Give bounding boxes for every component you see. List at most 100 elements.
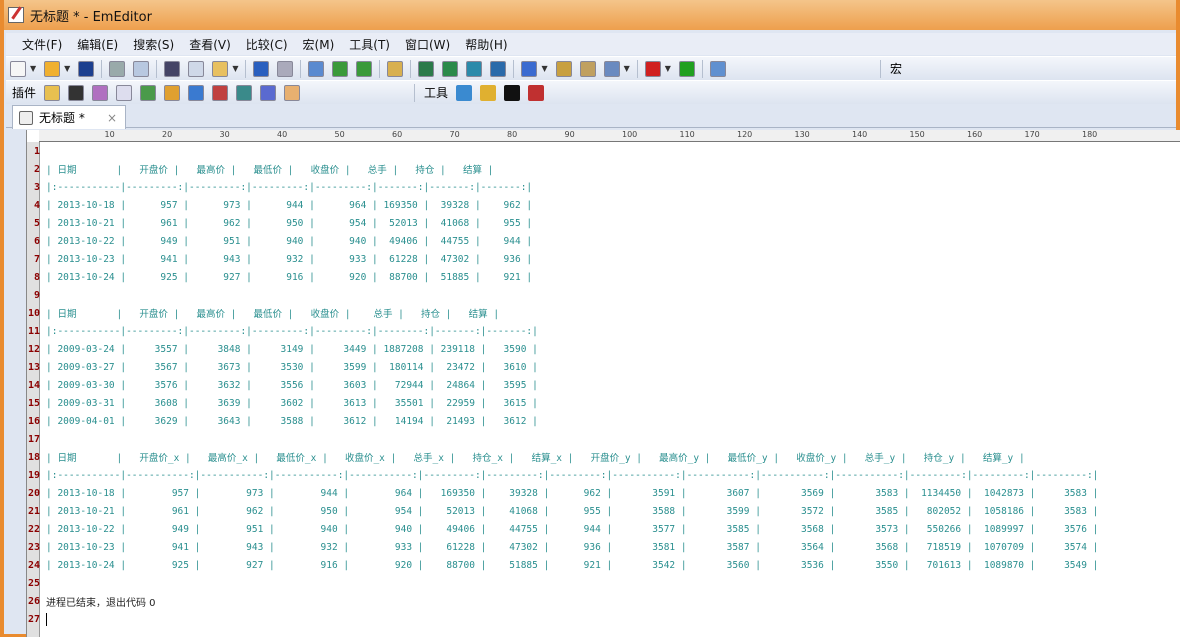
line-number: 5 bbox=[33, 217, 40, 229]
find-icon[interactable] bbox=[308, 60, 325, 77]
comment-icon[interactable] bbox=[188, 84, 205, 101]
open-file-icon[interactable] bbox=[44, 60, 61, 77]
properties-icon[interactable] bbox=[579, 60, 596, 77]
text-line: 26 进程已结束，退出代码 0 bbox=[27, 592, 1180, 610]
ruler: 10 20 30 40 50 60 70 80 90 100 110 120 130 140 150 160 1… bbox=[39, 130, 1180, 142]
menu-item-6[interactable]: 工具(T) bbox=[349, 36, 390, 53]
line-number: 4 bbox=[33, 199, 40, 211]
ruler-mark-180: 180 bbox=[1082, 130, 1098, 139]
line-text: | 2013-10-21 | 961 | 962 | 950 | 954 | 5… bbox=[46, 217, 533, 229]
text-content[interactable]: 1 2 | 日期 | 开盘价 | 最高价 | 最低价 | 收盘价 | 总手 | 持仓… bbox=[27, 142, 1180, 628]
hammer-icon[interactable] bbox=[528, 84, 545, 101]
redo-icon[interactable] bbox=[277, 60, 294, 77]
wrap-page-icon[interactable] bbox=[466, 60, 483, 77]
ruler-mark-170: 170 bbox=[1024, 130, 1040, 139]
cut-icon[interactable] bbox=[164, 60, 181, 77]
ruler-mark-50: 50 bbox=[334, 130, 345, 139]
config-icon[interactable] bbox=[555, 60, 572, 77]
line-number: 22 bbox=[27, 523, 40, 535]
spell-icon[interactable] bbox=[212, 84, 229, 101]
menu-item-4[interactable]: 比较(C) bbox=[246, 36, 288, 53]
text-line: 6 | 2013-10-22 | 949 | 951 | 940 | 940 | … bbox=[27, 232, 1180, 250]
dropdown-arrow-icon[interactable]: ▼ bbox=[541, 64, 547, 73]
line-number: 6 bbox=[33, 235, 40, 247]
find-next-icon[interactable] bbox=[332, 60, 349, 77]
line-number: 20 bbox=[27, 487, 40, 499]
export-icon[interactable] bbox=[480, 84, 497, 101]
find-prev-icon[interactable] bbox=[356, 60, 373, 77]
text-line: 16 | 2009-04-01 | 3629 | 3643 | 3588 | 36… bbox=[27, 412, 1180, 430]
run-macro-icon[interactable] bbox=[678, 60, 695, 77]
tab-untitled[interactable]: 无标题 * × bbox=[12, 105, 126, 129]
text-line: 12 | 2009-03-24 | 3557 | 3848 | 3149 | 34… bbox=[27, 340, 1180, 358]
new-file-icon[interactable] bbox=[10, 60, 26, 77]
line-number: 23 bbox=[27, 541, 40, 553]
outline-icon[interactable] bbox=[116, 84, 133, 101]
ruler-mark-60: 60 bbox=[392, 130, 403, 139]
text-line: 15 | 2009-03-31 | 3608 | 3639 | 3602 | 36… bbox=[27, 394, 1180, 412]
line-number: 24 bbox=[27, 559, 40, 571]
dropdown-arrow-icon[interactable]: ▼ bbox=[665, 64, 671, 73]
menu-item-2[interactable]: 搜索(S) bbox=[133, 36, 174, 53]
web-preview-icon[interactable] bbox=[236, 84, 253, 101]
line-number: 1 bbox=[33, 145, 40, 157]
explorer-icon[interactable] bbox=[44, 84, 61, 101]
text-line: 11 |:-----------|---------:|---------:|--… bbox=[27, 322, 1180, 340]
line-number: 25 bbox=[27, 577, 40, 589]
dropdown-arrow-icon[interactable]: ▼ bbox=[64, 64, 70, 73]
snippets-icon[interactable] bbox=[164, 84, 181, 101]
menu-item-5[interactable]: 宏(M) bbox=[303, 36, 335, 53]
projects-icon[interactable] bbox=[140, 84, 157, 101]
copy-icon[interactable] bbox=[188, 60, 205, 77]
undo-icon[interactable] bbox=[253, 60, 270, 77]
app-icon bbox=[8, 7, 24, 23]
tools-toolbar-label: 工具 bbox=[424, 86, 449, 100]
line-number: 21 bbox=[27, 505, 40, 517]
ruler-mark-10: 10 bbox=[104, 130, 115, 139]
text-line: 25 bbox=[27, 574, 1180, 592]
dropdown-arrow-icon[interactable]: ▼ bbox=[232, 64, 238, 73]
word-wrap-icon[interactable] bbox=[418, 60, 435, 77]
line-text: |:-----------|-----------:|-----------:|… bbox=[46, 469, 1099, 481]
menu-item-0[interactable]: 文件(F) bbox=[22, 36, 62, 53]
dropdown-arrow-icon[interactable]: ▼ bbox=[30, 64, 36, 73]
line-number: 16 bbox=[27, 415, 40, 427]
hand-icon[interactable] bbox=[284, 84, 301, 101]
wrap-window-icon[interactable] bbox=[442, 60, 459, 77]
checklist-icon[interactable] bbox=[603, 60, 620, 77]
dropdown-arrow-icon[interactable]: ▼ bbox=[624, 64, 630, 73]
line-text: | 日期 | 开盘价 | 最高价 | 最低价 | 收盘价 | 总手 | 持仓 |… bbox=[46, 309, 500, 320]
close-tab-icon[interactable]: × bbox=[107, 111, 117, 125]
text-line: 9 bbox=[27, 286, 1180, 304]
editor-area[interactable]: 10 20 30 40 50 60 70 80 90 100 110 120 130 140 150 160 1… bbox=[26, 130, 1180, 637]
menu-item-8[interactable]: 帮助(H) bbox=[465, 36, 507, 53]
ruler-mark-100: 100 bbox=[622, 130, 638, 139]
window-title: 无标题 * - EmEditor bbox=[30, 9, 152, 25]
menu-item-3[interactable]: 查看(V) bbox=[189, 36, 231, 53]
line-number: 2 bbox=[33, 163, 40, 175]
line-text: | 2009-03-31 | 3608 | 3639 | 3602 | 3613… bbox=[46, 397, 538, 409]
find-in-files-icon[interactable] bbox=[387, 60, 404, 77]
internet-explorer-icon[interactable] bbox=[456, 84, 473, 101]
ruler-mark-150: 150 bbox=[909, 130, 925, 139]
save-icon[interactable] bbox=[78, 60, 95, 77]
word-count-icon[interactable] bbox=[260, 84, 277, 101]
record-macro-icon[interactable] bbox=[644, 60, 661, 77]
line-number: 7 bbox=[33, 253, 40, 265]
toolbar-separator bbox=[879, 59, 881, 78]
plugins-toolbar-label: 插件 bbox=[12, 86, 37, 100]
print-preview-icon[interactable] bbox=[133, 60, 150, 77]
plugin-icon[interactable] bbox=[709, 60, 726, 77]
html-bar-icon[interactable] bbox=[92, 84, 109, 101]
menu-item-1[interactable]: 编辑(E) bbox=[77, 36, 118, 53]
wrap-marker-icon[interactable] bbox=[490, 60, 507, 77]
binoculars-icon[interactable] bbox=[68, 84, 85, 101]
print-icon[interactable] bbox=[109, 60, 126, 77]
menu-item-7[interactable]: 窗口(W) bbox=[405, 36, 450, 53]
command-prompt-icon[interactable] bbox=[504, 84, 521, 101]
text-line: 5 | 2013-10-21 | 961 | 962 | 950 | 954 | … bbox=[27, 214, 1180, 232]
paste-icon[interactable] bbox=[212, 60, 229, 77]
text-line: 2 | 日期 | 开盘价 | 最高价 | 最低价 | 收盘价 | 总手 | 持仓 … bbox=[27, 160, 1180, 178]
charset-icon[interactable] bbox=[521, 60, 538, 77]
text-line: 27 bbox=[27, 610, 1180, 628]
